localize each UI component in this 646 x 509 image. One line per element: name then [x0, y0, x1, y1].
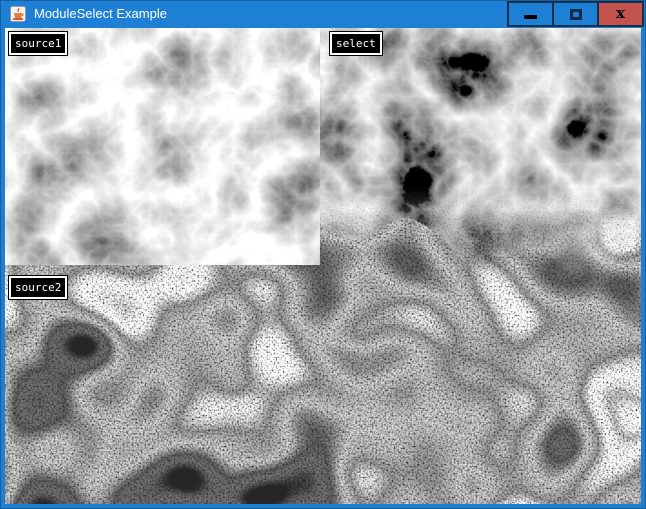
window-title: ModuleSelect Example [34, 0, 167, 28]
noise-select-field [315, 28, 641, 290]
minimize-button[interactable] [507, 1, 554, 27]
render-canvas: source1 select source2 [5, 28, 641, 504]
label-source2: source2 [9, 276, 67, 299]
close-button[interactable]: x [597, 1, 644, 27]
window-controls: x [509, 1, 644, 27]
maximize-icon [570, 9, 582, 20]
noise-render [5, 28, 641, 504]
label-source1: source1 [9, 32, 67, 55]
close-icon: x [616, 6, 625, 21]
label-select: select [330, 32, 382, 55]
noise-source1-inset [5, 28, 320, 265]
minimize-icon [524, 15, 537, 19]
maximize-button[interactable] [552, 1, 599, 27]
titlebar[interactable]: ModuleSelect Example x [0, 0, 646, 28]
java-coffee-icon [10, 6, 26, 22]
app-window: ModuleSelect Example x [0, 0, 646, 509]
